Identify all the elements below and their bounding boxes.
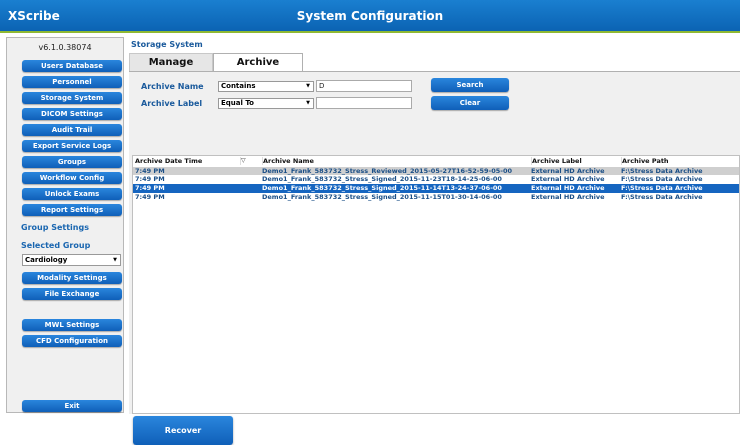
selected-group-value: Cardiology — [25, 256, 68, 264]
archive-name-cell: Demo1_Frank_583732_Stress_Signed_2015-11… — [262, 175, 502, 183]
section-label: Storage System — [131, 40, 203, 49]
archive-label-cell: External HD Archive — [531, 167, 605, 175]
archive-recovery-panel: Archive Name Contains ▼ D Archive Label … — [129, 71, 740, 445]
archive-date-time-cell: 7:49 PM — [135, 193, 165, 201]
archive-label-operator-dropdown[interactable]: Equal To ▼ — [218, 98, 314, 109]
exit-button[interactable]: Exit — [22, 400, 122, 412]
archive-name-cell: Demo1_Frank_583732_Stress_Reviewed_2015-… — [262, 167, 513, 175]
sort-descending-icon[interactable]: ▽ — [240, 157, 246, 165]
archive-name-label: Archive Name — [141, 82, 204, 91]
archive-date-time-cell: 7:49 PM — [135, 184, 165, 192]
archive-label-cell: External HD Archive — [531, 184, 605, 192]
archive-path-cell: F:\Stress Data Archive — [621, 175, 703, 183]
personnel-button[interactable]: Personnel — [22, 76, 122, 88]
report-settings-button[interactable]: Report Settings — [22, 204, 122, 216]
export-service-logs-button[interactable]: Export Service Logs — [22, 140, 122, 152]
archive-date-time-cell: 7:49 PM — [135, 167, 165, 175]
column-header-archive-name[interactable]: Archive Name — [262, 157, 529, 165]
cfd-configuration-button[interactable]: CFD Configuration — [22, 335, 122, 347]
table-header: Archive Date Time ▽ Archive Name Archive… — [133, 157, 739, 165]
unlock-exams-button[interactable]: Unlock Exams — [22, 188, 122, 200]
recover-button[interactable]: Recover — [133, 416, 233, 445]
workflow-config-button[interactable]: Workflow Config — [22, 172, 122, 184]
file-exchange-button[interactable]: File Exchange — [22, 288, 122, 300]
archive-path-cell: F:\Stress Data Archive — [621, 167, 703, 175]
title-bar: XScribe System Configuration — [0, 0, 740, 33]
archive-label-cell: External HD Archive — [531, 175, 605, 183]
clear-button[interactable]: Clear — [431, 96, 509, 110]
chevron-down-icon: ▼ — [306, 100, 310, 106]
window-title: System Configuration — [296, 9, 444, 23]
archive-name-operator-dropdown[interactable]: Contains ▼ — [218, 81, 314, 92]
main-content: Storage System Manage Archives Archive R… — [129, 37, 740, 445]
table-row[interactable]: 7:49 PM Demo1_Frank_583732_Stress_Signed… — [133, 193, 739, 201]
archive-table: Archive Date Time ▽ Archive Name Archive… — [132, 155, 740, 414]
column-header-archive-path[interactable]: Archive Path — [621, 157, 740, 165]
chevron-down-icon: ▼ — [113, 257, 117, 263]
archive-name-cell: Demo1_Frank_583732_Stress_Signed_2015-11… — [262, 193, 502, 201]
archive-label-operator-value: Equal To — [221, 99, 254, 107]
archive-label-cell: External HD Archive — [531, 193, 605, 201]
groups-button[interactable]: Groups — [22, 156, 122, 168]
sidebar: v6.1.0.38074 Users Database Personnel St… — [6, 37, 124, 413]
search-button[interactable]: Search — [431, 78, 509, 92]
selected-group-label: Selected Group — [21, 241, 91, 250]
tab-manage-archives[interactable]: Manage Archives — [129, 53, 213, 86]
version-label: v6.1.0.38074 — [38, 43, 92, 52]
archive-name-operator-value: Contains — [221, 82, 256, 90]
archive-date-time-cell: 7:49 PM — [135, 175, 165, 183]
selected-group-dropdown[interactable]: Cardiology ▼ — [22, 254, 121, 266]
table-row-selected[interactable]: 7:49 PM Demo1_Frank_583732_Stress_Signed… — [133, 184, 739, 193]
dicom-settings-button[interactable]: DICOM Settings — [22, 108, 122, 120]
users-database-button[interactable]: Users Database — [22, 60, 122, 72]
storage-system-button[interactable]: Storage System — [22, 92, 122, 104]
group-settings-label: Group Settings — [21, 223, 89, 232]
column-header-archive-label[interactable]: Archive Label — [531, 157, 620, 165]
audit-trail-button[interactable]: Audit Trail — [22, 124, 122, 136]
modality-settings-button[interactable]: Modality Settings — [22, 272, 122, 284]
mwl-settings-button[interactable]: MWL Settings — [22, 319, 122, 331]
chevron-down-icon: ▼ — [306, 83, 310, 89]
archive-name-input[interactable]: D — [316, 80, 412, 92]
table-row[interactable]: 7:49 PM Demo1_Frank_583732_Stress_Review… — [133, 167, 739, 175]
table-row[interactable]: 7:49 PM Demo1_Frank_583732_Stress_Signed… — [133, 175, 739, 183]
archive-path-cell: F:\Stress Data Archive — [621, 184, 703, 192]
archive-label-label: Archive Label — [141, 99, 203, 108]
archive-path-cell: F:\Stress Data Archive — [621, 193, 703, 201]
archive-name-cell: Demo1_Frank_583732_Stress_Signed_2015-11… — [262, 184, 502, 192]
tab-archive-recovery[interactable]: Archive Recovery — [213, 53, 303, 86]
archive-label-input[interactable] — [316, 97, 412, 109]
